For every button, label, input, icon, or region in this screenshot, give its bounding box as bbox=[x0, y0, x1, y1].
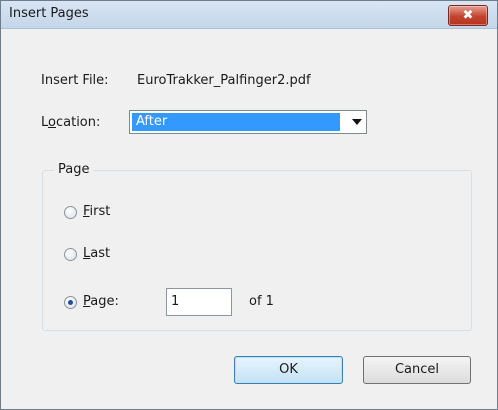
insert-file-label: Insert File: bbox=[41, 73, 109, 88]
radio-last[interactable] bbox=[64, 248, 77, 261]
radio-first-label[interactable]: First bbox=[83, 204, 110, 219]
insert-pages-dialog: Insert Pages ✖ Insert File: EuroTrakker_… bbox=[0, 0, 498, 410]
dialog-title: Insert Pages bbox=[9, 6, 89, 21]
location-label: Location: bbox=[41, 115, 101, 130]
page-number-input[interactable]: 1 bbox=[166, 288, 232, 316]
location-selected-value: After bbox=[132, 113, 340, 131]
page-group-title: Page bbox=[54, 162, 94, 177]
close-icon: ✖ bbox=[462, 8, 474, 23]
title-bar[interactable]: Insert Pages ✖ bbox=[1, 1, 497, 29]
close-button[interactable]: ✖ bbox=[448, 5, 488, 26]
radio-page[interactable] bbox=[64, 296, 77, 309]
page-count-label: of 1 bbox=[249, 294, 274, 309]
radio-first[interactable] bbox=[64, 206, 77, 219]
radio-page-label[interactable]: Page: bbox=[83, 294, 119, 309]
radio-last-label[interactable]: Last bbox=[83, 246, 110, 261]
cancel-button[interactable]: Cancel bbox=[363, 356, 471, 384]
location-dropdown[interactable]: After bbox=[129, 110, 367, 134]
ok-button[interactable]: OK bbox=[234, 356, 343, 384]
chevron-down-icon[interactable] bbox=[352, 119, 362, 125]
insert-file-name: EuroTrakker_Palfinger2.pdf bbox=[137, 73, 311, 88]
